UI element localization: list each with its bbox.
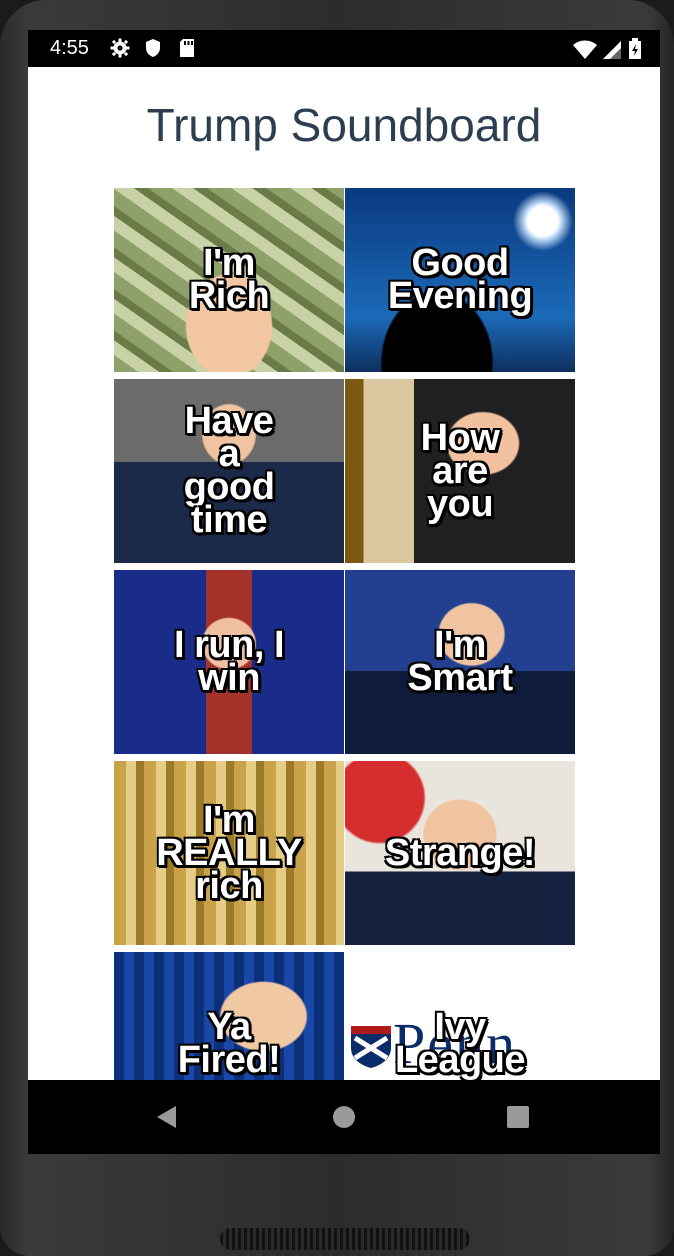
app-title: Trump Soundboard (146, 99, 542, 151)
gear-icon (110, 38, 130, 64)
tile-label: Good Evening (387, 242, 533, 317)
sound-tile-strange[interactable]: Strange! (345, 761, 575, 945)
tile-label: I'm Smart (407, 624, 513, 699)
tile-label: Have a good time (183, 400, 275, 541)
status-time: 4:55 (50, 37, 89, 59)
shield-icon (144, 38, 162, 64)
sound-tile-im-rich[interactable]: I'm Rich (114, 188, 344, 372)
tile-label: I'm Rich (188, 242, 270, 317)
speaker-grille (220, 1228, 470, 1250)
sound-tile-i-run-i-win[interactable]: I run, I win (114, 570, 344, 754)
recents-icon[interactable] (505, 1104, 531, 1134)
tile-label: I'm REALLY rich (156, 798, 302, 907)
back-icon[interactable] (154, 1104, 180, 1134)
battery-icon (628, 38, 642, 65)
cellular-signal-icon (602, 41, 628, 65)
status-right-icons (572, 38, 642, 66)
sound-tile-how-are-you[interactable]: How are you (345, 379, 575, 563)
sound-tile-im-smart[interactable]: I'm Smart (345, 570, 575, 754)
sound-tile-good-evening[interactable]: Good Evening (345, 188, 575, 372)
sound-tile-have-a-good-time[interactable]: Have a good time (114, 379, 344, 563)
tile-label: I run, I win (174, 624, 285, 699)
nav-bar (28, 1080, 660, 1154)
tile-label: Strange! (384, 831, 536, 874)
home-icon[interactable] (331, 1104, 357, 1134)
sd-card-icon (178, 38, 196, 64)
tile-label: How are you (420, 416, 500, 525)
sound-tile-im-really-rich[interactable]: I'm REALLY rich (114, 761, 344, 945)
status-bar: 4:55 (28, 30, 660, 67)
screen: 4:55 Trump Soundboard I'm Rich Good Even… (28, 30, 660, 1154)
wifi-icon (572, 40, 603, 65)
